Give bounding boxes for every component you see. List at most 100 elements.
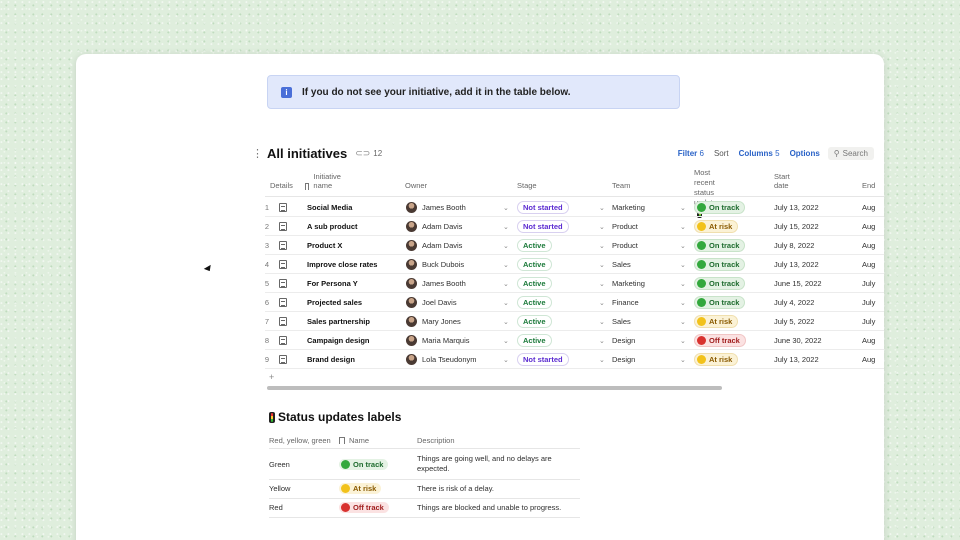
open-page-button[interactable] (279, 331, 287, 350)
owner-cell[interactable]: Maria Marquis (406, 331, 509, 350)
table-row[interactable]: 6 Projected sales Joel Davis ⌄ Active ⌄ Financ… (265, 293, 884, 312)
table-row[interactable]: 5 For Persona Y James Booth ⌄ Active ⌄ Marketi… (265, 274, 884, 293)
team-dropdown[interactable]: ⌄ (680, 350, 686, 369)
status-cell[interactable]: At risk (694, 350, 739, 369)
open-page-button[interactable] (279, 312, 287, 331)
horizontal-scrollbar[interactable] (267, 386, 722, 390)
end-date[interactable]: Aug (862, 217, 884, 236)
initiative-name[interactable]: Campaign design (307, 331, 402, 350)
open-page-button[interactable] (279, 198, 287, 217)
stage-cell[interactable]: Active (517, 274, 552, 293)
stage-dropdown[interactable]: ⌄ (599, 217, 605, 236)
team-cell[interactable]: Finance (612, 293, 682, 312)
team-cell[interactable]: Design (612, 331, 682, 350)
open-page-button[interactable] (279, 236, 287, 255)
start-date[interactable]: July 5, 2022 (774, 312, 814, 331)
end-date[interactable]: Aug (862, 255, 884, 274)
col-header-details[interactable]: Details (270, 168, 293, 194)
initiative-name[interactable]: Social Media (307, 198, 402, 217)
stage-cell[interactable]: Active (517, 255, 552, 274)
legend-col-color[interactable]: Red, yellow, green (269, 432, 331, 448)
table-row[interactable]: 8 Campaign design Maria Marquis ⌄ Active ⌄ Des… (265, 331, 884, 350)
start-date[interactable]: July 13, 2022 (774, 198, 819, 217)
stage-cell[interactable]: Active (517, 236, 552, 255)
owner-cell[interactable]: Lola Tseudonym (406, 350, 509, 369)
team-dropdown[interactable]: ⌄ (680, 236, 686, 255)
stage-dropdown[interactable]: ⌄ (599, 293, 605, 312)
stage-cell[interactable]: Active (517, 312, 552, 331)
end-date[interactable]: Aug (862, 198, 884, 217)
owner-dropdown[interactable]: ⌄ (503, 312, 509, 331)
team-cell[interactable]: Sales (612, 312, 682, 331)
team-dropdown[interactable]: ⌄ (680, 312, 686, 331)
status-cell[interactable]: On track (694, 255, 746, 274)
initiative-name[interactable]: Sales partnership (307, 312, 402, 331)
options-button[interactable]: Options (790, 149, 820, 158)
columns-button[interactable]: Columns 5 (739, 149, 780, 158)
legend-col-desc[interactable]: Description (417, 432, 455, 448)
stage-dropdown[interactable]: ⌄ (599, 312, 605, 331)
legend-col-name[interactable]: Name (339, 432, 369, 448)
status-cell[interactable]: At risk (694, 312, 739, 331)
stage-cell[interactable]: Active (517, 331, 552, 350)
team-dropdown[interactable]: ⌄ (680, 331, 686, 350)
stage-cell[interactable]: Not started (517, 198, 569, 217)
status-cell[interactable]: Off track (694, 331, 746, 350)
stage-dropdown[interactable]: ⌄ (599, 255, 605, 274)
owner-cell[interactable]: James Booth (406, 274, 509, 293)
owner-cell[interactable]: Buck Dubois (406, 255, 509, 274)
end-date[interactable]: Aug (862, 350, 884, 369)
team-cell[interactable]: Design (612, 350, 682, 369)
filter-button[interactable]: Filter 6 (678, 149, 704, 158)
search-input[interactable]: ⚲ Search (827, 146, 874, 160)
stage-cell[interactable]: Active (517, 293, 552, 312)
team-dropdown[interactable]: ⌄ (680, 217, 686, 236)
owner-dropdown[interactable]: ⌄ (503, 198, 509, 217)
team-cell[interactable]: Product (612, 236, 682, 255)
open-page-button[interactable] (279, 217, 287, 236)
end-date[interactable]: Aug (862, 331, 884, 350)
start-date[interactable]: June 30, 2022 (774, 331, 822, 350)
owner-dropdown[interactable]: ⌄ (503, 236, 509, 255)
team-dropdown[interactable]: ⌄ (680, 274, 686, 293)
initiative-name[interactable]: For Persona Y (307, 274, 402, 293)
owner-dropdown[interactable]: ⌄ (503, 293, 509, 312)
initiative-name[interactable]: Brand design (307, 350, 402, 369)
table-row[interactable]: 9 Brand design Lola Tseudonym ⌄ Not started ⌄… (265, 350, 884, 369)
owner-cell[interactable]: Adam Davis (406, 236, 509, 255)
stage-dropdown[interactable]: ⌄ (599, 331, 605, 350)
open-page-button[interactable] (279, 350, 287, 369)
end-date[interactable]: July (862, 274, 884, 293)
status-cell[interactable]: On track (694, 274, 746, 293)
end-date[interactable]: July (862, 293, 884, 312)
col-header-start[interactable]: Start date (774, 168, 790, 194)
stage-dropdown[interactable]: ⌄ (599, 236, 605, 255)
col-header-team[interactable]: Team (612, 168, 630, 194)
start-date[interactable]: June 15, 2022 (774, 274, 822, 293)
team-cell[interactable]: Marketing (612, 198, 682, 217)
open-page-button[interactable] (279, 293, 287, 312)
col-header-stage[interactable]: Stage (517, 168, 537, 194)
team-dropdown[interactable]: ⌄ (680, 255, 686, 274)
start-date[interactable]: July 13, 2022 (774, 255, 819, 274)
owner-dropdown[interactable]: ⌄ (503, 350, 509, 369)
col-header-name[interactable]: Initiative name (305, 168, 343, 194)
team-dropdown[interactable]: ⌄ (680, 293, 686, 312)
start-date[interactable]: July 13, 2022 (774, 350, 819, 369)
end-date[interactable]: July (862, 312, 884, 331)
open-page-button[interactable] (279, 255, 287, 274)
col-header-owner[interactable]: Owner (405, 168, 427, 194)
owner-cell[interactable]: James Booth (406, 198, 509, 217)
stage-dropdown[interactable]: ⌄ (599, 350, 605, 369)
owner-dropdown[interactable]: ⌄ (503, 217, 509, 236)
owner-cell[interactable]: Mary Jones (406, 312, 509, 331)
status-cell[interactable]: On track (694, 198, 746, 217)
owner-dropdown[interactable]: ⌄ (503, 331, 509, 350)
stage-dropdown[interactable]: ⌄ (599, 274, 605, 293)
initiative-name[interactable]: A sub product (307, 217, 402, 236)
owner-dropdown[interactable]: ⌄ (503, 274, 509, 293)
drag-handle-icon[interactable]: ⋮ (252, 147, 267, 160)
team-dropdown[interactable]: ⌄ (680, 198, 686, 217)
team-cell[interactable]: Marketing (612, 274, 682, 293)
database-title[interactable]: All initiatives (267, 146, 347, 161)
